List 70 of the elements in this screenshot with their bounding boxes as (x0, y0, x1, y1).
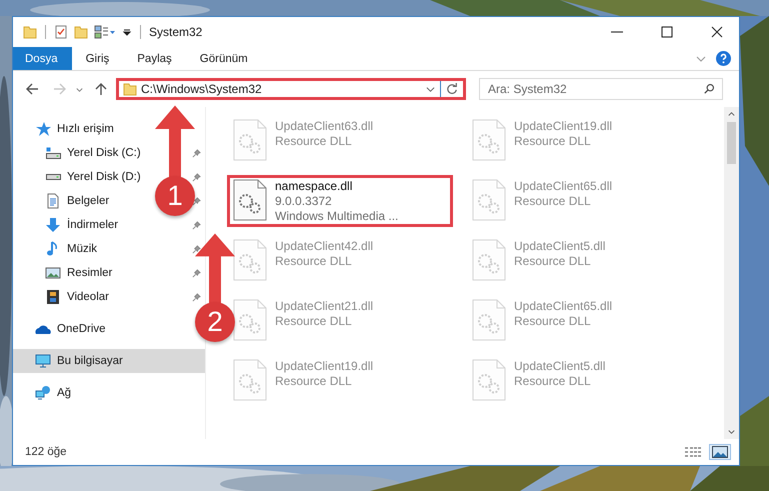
nav-item[interactable]: OneDrive (13, 317, 106, 341)
checklist-icon[interactable] (54, 25, 68, 39)
minimize-icon (611, 31, 623, 33)
ribbon-tab[interactable]: Giriş (72, 47, 124, 70)
file-item[interactable]: namespace.dll 9.0.0.3372 Windows Multimedia ... (227, 175, 453, 227)
address-bar[interactable]: C:\Windows\System32 (116, 78, 466, 100)
star-icon (35, 121, 51, 137)
scrollbar-thumb[interactable] (727, 122, 736, 164)
nav-item[interactable]: Yerel Disk (C:) (45, 142, 141, 164)
document-icon (45, 193, 61, 209)
folder-icon[interactable] (23, 25, 37, 39)
folder-icon (123, 82, 137, 96)
pin-icon[interactable] (192, 172, 201, 182)
file-detail: Resource DLL (275, 254, 353, 268)
help-icon[interactable] (716, 51, 731, 66)
scrollbar[interactable] (724, 107, 739, 439)
nav-item[interactable]: Ağ (13, 381, 72, 405)
monitor-icon (35, 353, 51, 369)
file-detail: Resource DLL (275, 134, 353, 148)
nav-item[interactable]: Hızlı erişim (13, 117, 114, 141)
nav-item[interactable]: Videolar (45, 286, 109, 308)
file-detail: 9.0.0.3372 (275, 194, 333, 208)
file-detail: Resource DLL (514, 314, 592, 328)
back-arrow-icon[interactable] (25, 82, 39, 96)
folder-icon[interactable] (74, 25, 88, 39)
drive-icon (46, 174, 60, 180)
refresh-icon[interactable] (446, 83, 458, 95)
nav-item[interactable]: İndirmeler (45, 214, 118, 236)
file-detail: Windows Multimedia ... (275, 209, 398, 223)
customize-caret-icon[interactable] (122, 27, 132, 37)
ribbon-tab[interactable]: Görünüm (186, 47, 262, 70)
download-arrow-icon (45, 217, 61, 233)
pin-icon[interactable] (192, 148, 201, 158)
search-icon[interactable] (704, 83, 715, 94)
pin-icon[interactable] (192, 196, 201, 206)
file-detail: Resource DLL (275, 374, 353, 388)
gear-file-icon[interactable] (233, 179, 267, 221)
nav-item[interactable]: Müzik (45, 238, 98, 260)
pin-icon[interactable] (192, 268, 201, 278)
file-detail: Resource DLL (514, 254, 592, 268)
file-detail: Resource DLL (514, 374, 592, 388)
pin-icon[interactable] (192, 220, 201, 230)
maximize-icon (661, 26, 673, 38)
film-icon (45, 289, 61, 305)
network-icon (35, 385, 51, 401)
large-icons-view-button[interactable] (709, 444, 731, 460)
address-path: C:\Windows\System32 (141, 82, 263, 96)
pin-icon[interactable] (192, 244, 201, 254)
chevron-down-icon[interactable] (426, 84, 435, 94)
item-count: 122 öğe (25, 446, 67, 458)
file-detail: Resource DLL (514, 194, 592, 208)
ribbon-tab[interactable]: Paylaş (123, 47, 186, 70)
file-name[interactable]: namespace.dll (275, 179, 398, 193)
pin-icon[interactable] (192, 292, 201, 302)
close-icon (711, 26, 723, 38)
window-title: System32 (149, 25, 202, 39)
nav-item[interactable]: Yerel Disk (D:) (45, 166, 141, 188)
view-options-icon[interactable] (94, 25, 116, 39)
nav-item[interactable]: Belgeler (45, 190, 110, 212)
details-list-icon (684, 446, 702, 458)
up-arrow-icon[interactable] (94, 82, 108, 96)
image-icon (712, 446, 728, 458)
search-field[interactable]: Ara: System32 (479, 78, 723, 100)
ribbon-tab[interactable]: Dosya (13, 47, 72, 70)
file-detail: Resource DLL (275, 314, 353, 328)
nav-item[interactable]: Bu bilgisayar (13, 349, 205, 373)
drive-icon (46, 147, 60, 159)
image-icon (45, 265, 61, 281)
file-detail: Resource DLL (514, 134, 592, 148)
nav-item[interactable]: Resimler (45, 262, 112, 284)
